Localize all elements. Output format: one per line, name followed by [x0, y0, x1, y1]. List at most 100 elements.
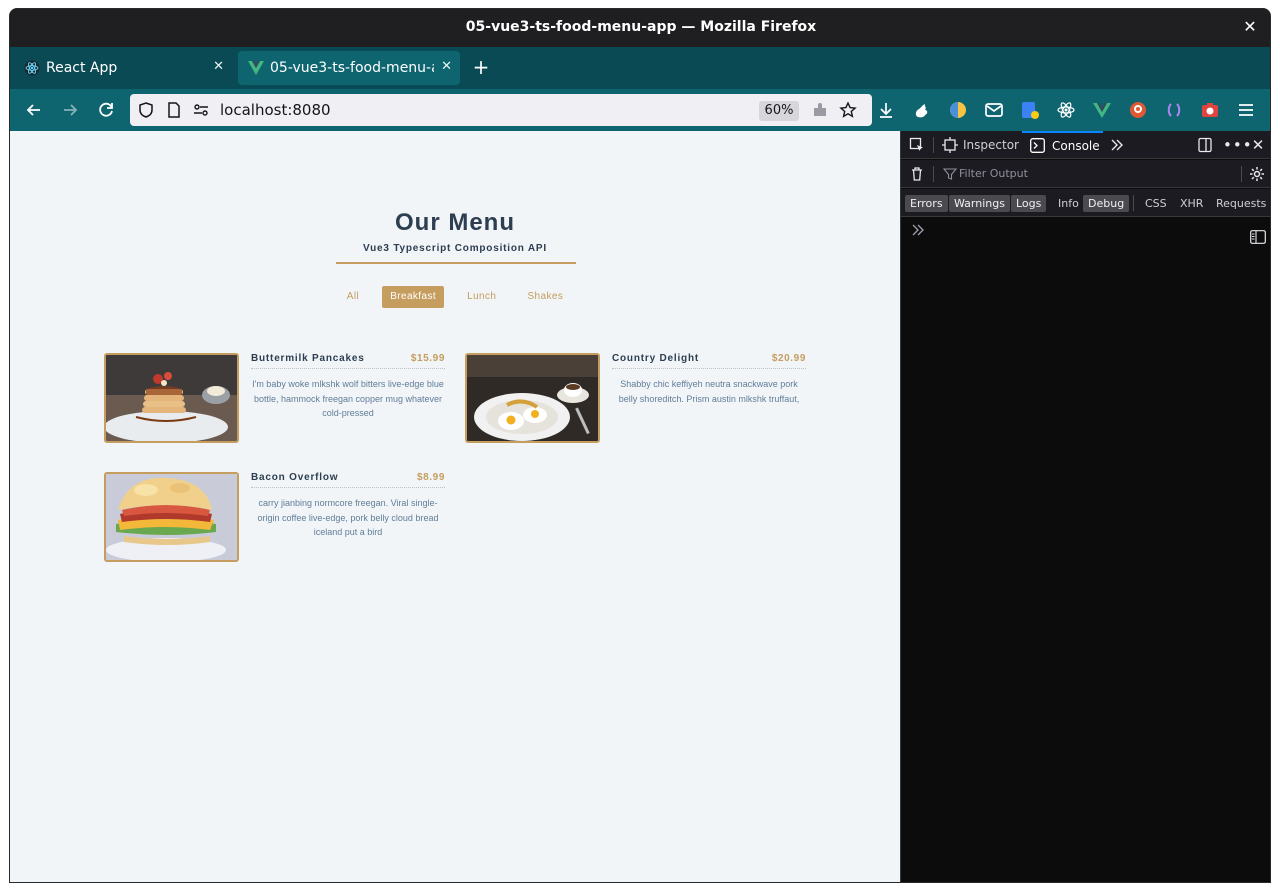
new-tab-button[interactable]: + [470, 56, 492, 78]
shield-icon[interactable] [137, 101, 155, 119]
type-requests-button[interactable]: Requests [1211, 195, 1270, 212]
menu-item-header: Bacon Overflow $8.99 [251, 472, 445, 488]
puzzle-extension-icon[interactable] [811, 101, 829, 119]
settings-gear-icon[interactable] [1249, 166, 1265, 182]
level-warnings-button[interactable]: Warnings [949, 195, 1010, 212]
tab-strip: React App ✕ 05-vue3-ts-food-menu-app ✕ + [10, 47, 1270, 89]
navigation-bar: localhost:8080 60% [10, 89, 1270, 131]
url-text[interactable]: localhost:8080 [220, 101, 331, 119]
forward-button[interactable] [58, 98, 82, 122]
filter-breakfast-button[interactable]: Breakfast [382, 286, 445, 308]
tab-label: 05-vue3-ts-food-menu-app [270, 60, 434, 76]
console-icon [1030, 138, 1045, 153]
toolbar-divider [933, 166, 934, 182]
vue-icon [248, 61, 264, 75]
menu-item-name: Country Delight [612, 353, 699, 364]
devtools-toolbar: Inspector Console ••• ✕ [901, 131, 1270, 159]
mail-icon[interactable] [984, 100, 1004, 120]
page-subtitle: Vue3 Typescript Composition API [363, 243, 547, 254]
menu-item-name: Bacon Overflow [251, 472, 339, 483]
window-close-button[interactable]: ✕ [1240, 17, 1260, 37]
menu-item: Country Delight $20.99 Shabby chic keffi… [465, 353, 807, 445]
editor-mode-toggle-icon[interactable] [1250, 230, 1266, 244]
gnome-extension-icon[interactable] [912, 100, 932, 120]
biscuit-sandwich-photo [104, 472, 239, 562]
translate-extension-icon[interactable] [1020, 100, 1040, 120]
more-options-icon[interactable]: ••• [1223, 137, 1252, 153]
menu-item-name: Buttermilk Pancakes [251, 353, 365, 364]
filter-lunch-button[interactable]: Lunch [459, 286, 504, 308]
tab-console-label: Console [1052, 139, 1100, 153]
toolbar-divider [1133, 195, 1134, 211]
filter-output-input[interactable]: Filter Output [959, 167, 1028, 180]
console-level-filters: Errors Warnings Logs Info Debug CSS XHR … [901, 189, 1270, 217]
back-button[interactable] [22, 98, 46, 122]
menu-item-price: $8.99 [416, 472, 445, 483]
level-debug-button[interactable]: Debug [1083, 195, 1130, 212]
menu-item-description: I'm baby woke mlkshk wolf bitters live-e… [252, 379, 444, 418]
tab-inspector[interactable]: Inspector [963, 131, 1019, 159]
brackets-extension-icon[interactable] [1164, 100, 1184, 120]
console-filter-bar: Filter Output [901, 160, 1270, 188]
page-icon [168, 102, 180, 118]
category-filters: All Breakfast Lunch Shakes [10, 284, 900, 308]
filter-shakes-button[interactable]: Shakes [519, 286, 571, 308]
hamburger-menu-icon[interactable] [1236, 100, 1256, 120]
console-prompt-chevron-icon [912, 224, 924, 236]
menu-item: Bacon Overflow $8.99 carry jianbing norm… [104, 472, 446, 564]
more-tabs-chevron-icon[interactable] [1109, 137, 1125, 153]
close-tab-icon[interactable]: ✕ [213, 59, 224, 74]
level-info-button[interactable]: Info [1053, 195, 1084, 212]
menu-item-info: Country Delight $20.99 Shabby chic keffi… [612, 353, 806, 406]
duckduckgo-icon[interactable] [1128, 100, 1148, 120]
element-picker-icon[interactable] [909, 137, 925, 153]
site-permissions-icon[interactable] [192, 101, 210, 119]
eggs-breakfast-photo [465, 353, 600, 443]
reload-icon [99, 102, 113, 117]
filter-icon [943, 168, 957, 180]
pancakes-photo [104, 353, 239, 443]
title-bar: 05-vue3-ts-food-menu-app — Mozilla Firef… [10, 9, 1270, 47]
menu-item: Buttermilk Pancakes $15.99 I'm baby woke… [104, 353, 446, 445]
color-picker-extension-icon[interactable] [948, 100, 968, 120]
menu-item-description: carry jianbing normcore freegan. Viral s… [257, 498, 439, 537]
tab-console[interactable]: Console [1022, 131, 1103, 159]
close-tab-icon[interactable]: ✕ [441, 59, 452, 74]
tab-react-app[interactable]: React App ✕ [14, 51, 232, 85]
close-devtools-icon[interactable]: ✕ [1250, 137, 1266, 153]
trash-icon[interactable] [909, 166, 925, 182]
bookmark-star-icon[interactable] [839, 101, 857, 119]
devtools-panel: Inspector Console ••• ✕ Filter Output Er… [900, 131, 1270, 882]
filter-all-button[interactable]: All [339, 286, 367, 308]
page-title: Our Menu [395, 209, 515, 236]
menu-item-header: Buttermilk Pancakes $15.99 [251, 353, 445, 369]
zoom-level-badge[interactable]: 60% [759, 101, 799, 121]
type-css-button[interactable]: CSS [1140, 195, 1172, 212]
tab-label: React App [46, 60, 118, 76]
page-viewport: Our Menu Vue3 Typescript Composition API… [10, 131, 900, 882]
url-bar[interactable]: localhost:8080 60% [130, 94, 872, 126]
level-errors-button[interactable]: Errors [905, 195, 948, 212]
screenshot-camera-icon[interactable] [1200, 100, 1220, 120]
vue-devtools-icon[interactable] [1092, 100, 1112, 120]
toolbar-divider [933, 137, 934, 153]
menu-item-info: Bacon Overflow $8.99 carry jianbing norm… [251, 472, 445, 540]
react-devtools-icon[interactable] [1056, 100, 1076, 120]
toolbar-divider [1241, 166, 1242, 182]
tab-vue-app[interactable]: 05-vue3-ts-food-menu-app ✕ [238, 51, 460, 85]
menu-item-info: Buttermilk Pancakes $15.99 I'm baby woke… [251, 353, 445, 421]
dock-side-icon[interactable] [1197, 137, 1213, 153]
menu-item-header: Country Delight $20.99 [612, 353, 806, 369]
browser-window: 05-vue3-ts-food-menu-app — Mozilla Firef… [9, 8, 1271, 883]
inspector-icon [942, 137, 958, 153]
level-logs-button[interactable]: Logs [1011, 195, 1047, 212]
arrow-right-icon [64, 104, 78, 116]
download-icon[interactable] [876, 100, 896, 120]
react-icon [24, 60, 40, 76]
menu-item-price: $20.99 [771, 353, 806, 364]
arrow-left-icon [26, 104, 40, 116]
type-xhr-button[interactable]: XHR [1175, 195, 1208, 212]
menu-item-description: Shabby chic keffiyeh neutra snackwave po… [618, 379, 800, 404]
reload-button[interactable] [94, 98, 118, 122]
title-underline [336, 262, 576, 264]
